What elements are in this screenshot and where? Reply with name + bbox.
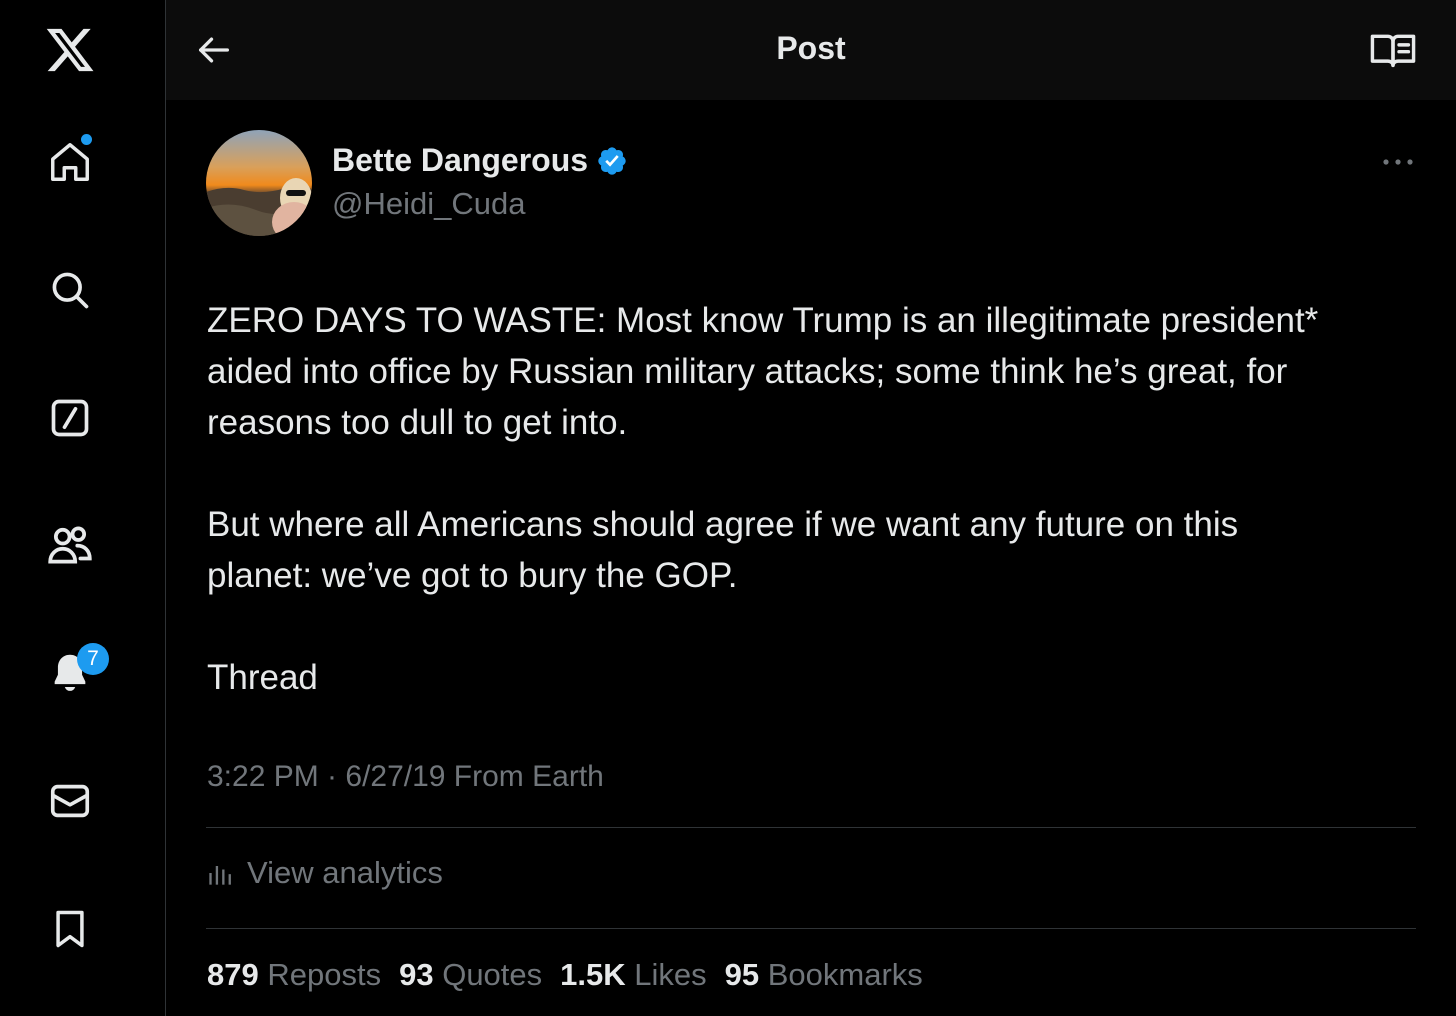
divider [206,928,1416,929]
page-title: Post [776,30,846,66]
reposts-label: Reposts [267,957,382,992]
reposts-stat[interactable]: 879 Reposts [207,957,381,993]
mail-icon [50,784,90,818]
nav-communities[interactable] [40,515,100,575]
reader-mode-icon [1370,34,1416,68]
analytics-bars-icon [209,866,231,885]
likes-stat[interactable]: 1.5K Likes [560,957,706,993]
likes-label: Likes [634,957,707,992]
nav-bookmarks[interactable] [40,899,100,959]
divider [206,827,1416,828]
author-name[interactable]: Bette Dangerous [332,142,628,179]
top-bar: Post [166,0,1456,100]
bookmarks-stat[interactable]: 95 Bookmarks [725,957,923,993]
home-icon [51,143,89,181]
x-logo-icon[interactable] [40,20,100,80]
sidebar: 7 [0,0,166,1016]
verified-badge-icon [598,146,626,175]
nav-explore[interactable] [40,260,100,320]
search-icon [52,272,89,309]
more-dots-icon [1383,159,1413,165]
nav-home[interactable] [40,132,100,192]
post-stats: 879 Reposts 93 Quotes 1.5K Likes 95 Book… [207,957,941,993]
quotes-count: 93 [399,957,434,992]
unread-dot [81,134,92,145]
bookmarks-count: 95 [724,957,760,992]
view-analytics-button[interactable]: View analytics [207,855,443,891]
reposts-count: 879 [207,957,259,992]
author-name-text: Bette Dangerous [332,142,589,178]
bookmarks-label: Bookmarks [767,957,923,992]
quotes-stat[interactable]: 93 Quotes [399,957,542,993]
reader-mode-button[interactable] [1368,28,1418,72]
avatar[interactable] [206,130,312,236]
grok-icon [51,399,89,437]
post-text: ZERO DAYS TO WASTE: Most know Trump is a… [207,301,1319,697]
quotes-label: Quotes [442,957,543,992]
view-analytics-label: View analytics [247,855,443,890]
more-options-button[interactable] [1380,150,1416,174]
likes-count: 1.5K [560,957,626,992]
nav-notifications[interactable]: 7 [40,643,109,703]
notifications-badge: 7 [77,643,109,675]
bookmark-icon [56,910,84,948]
post-timestamp[interactable]: 3:22 PM · 6/27/19 From Earth [207,760,604,794]
nav-messages[interactable] [40,771,100,831]
author-handle[interactable]: @Heidi_Cuda [332,186,525,222]
people-icon [48,526,92,564]
nav-grok[interactable] [40,388,100,448]
